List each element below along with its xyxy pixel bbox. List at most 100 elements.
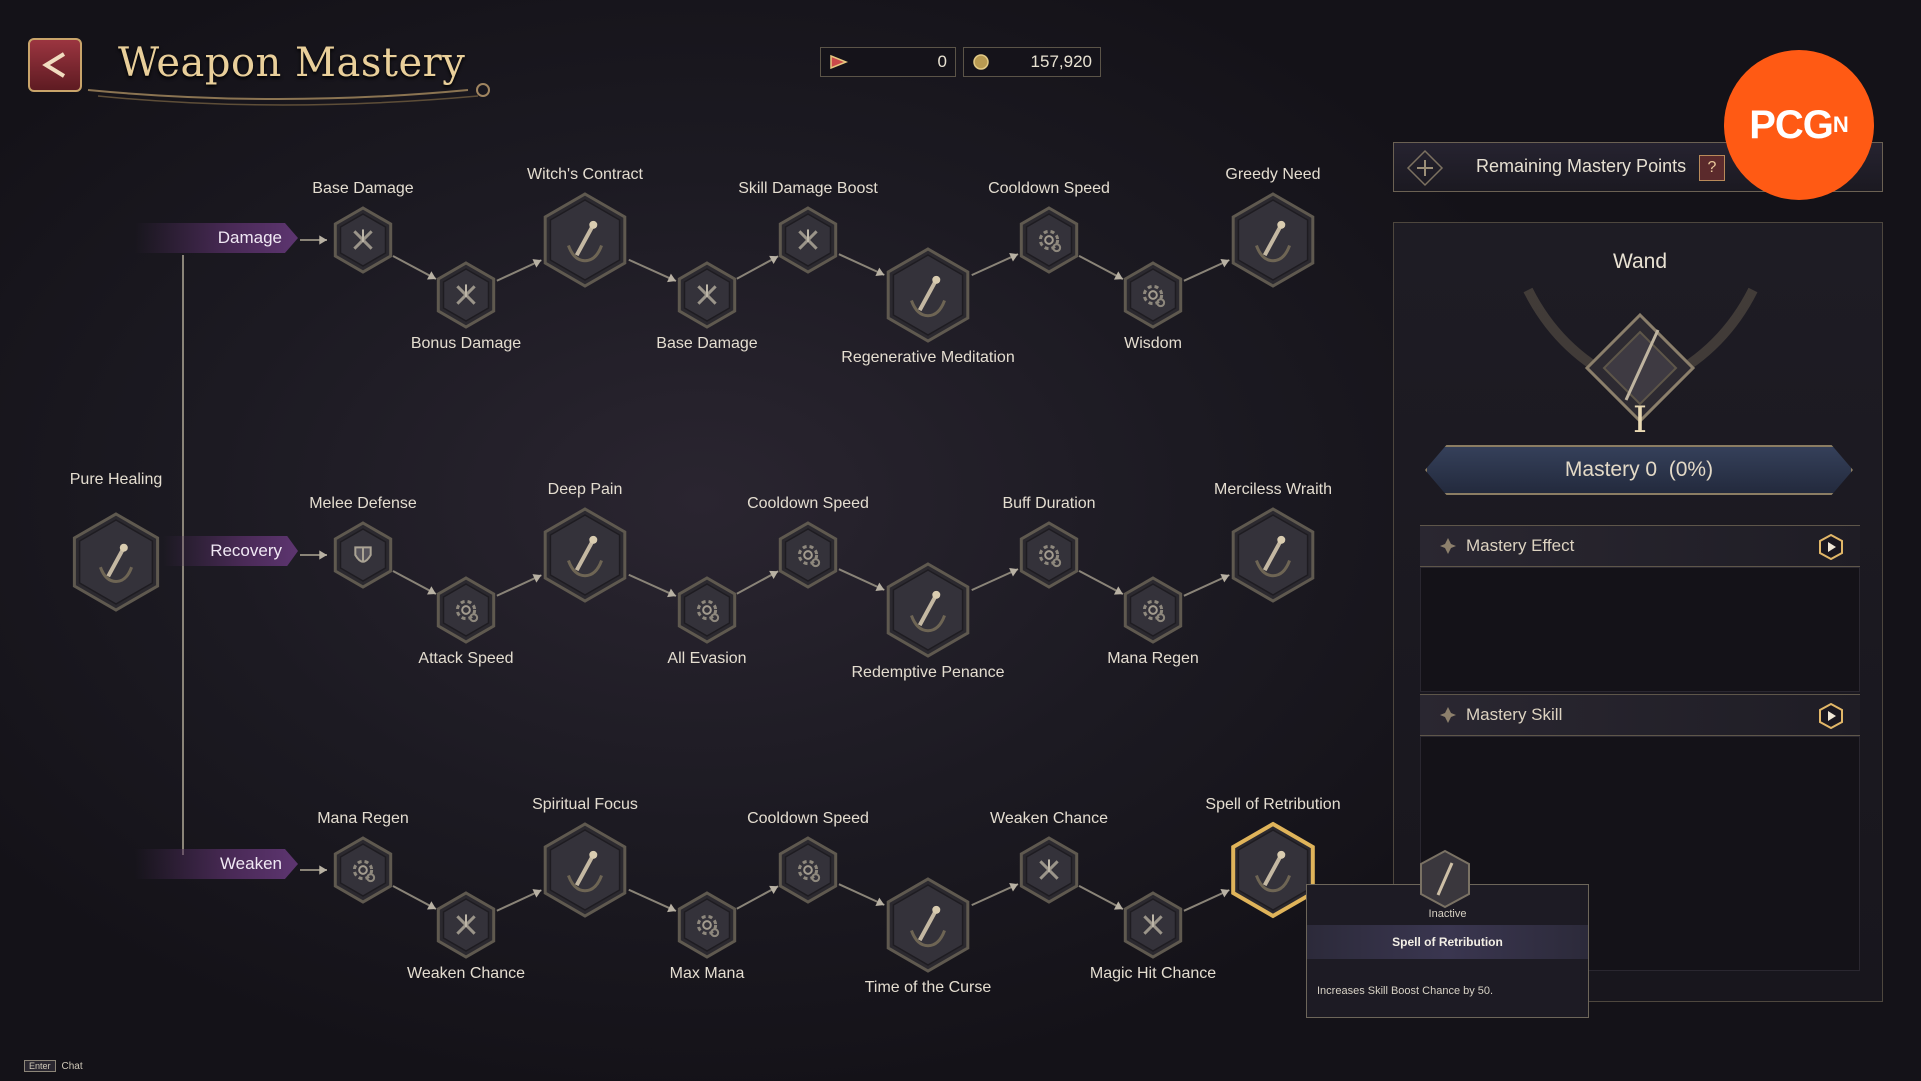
- node-weaken-weaken-chance[interactable]: [1014, 835, 1084, 905]
- fleur-icon: [1440, 538, 1456, 554]
- tooltip-title: Spell of Retribution: [1307, 925, 1588, 959]
- branch-bar-weaken[interactable]: Weaken: [135, 849, 298, 879]
- node-label-buff-duration: Buff Duration: [1002, 495, 1096, 512]
- node-label-deep-pain: Deep Pain: [547, 481, 623, 498]
- node-label-greedy-need: Greedy Need: [1225, 166, 1321, 183]
- node-weaken-time-of-the-curse[interactable]: [879, 876, 977, 974]
- tooltip-status: Inactive: [1428, 908, 1467, 920]
- crossed-swords-icon: [333, 206, 393, 274]
- wand-icon: [886, 877, 970, 973]
- root-node-label: Pure Healing: [69, 471, 163, 488]
- gear-icon: [1123, 261, 1183, 329]
- node-damage-regenerative-meditation[interactable]: [879, 246, 977, 344]
- node-label-regenerative-meditation: Regenerative Meditation: [841, 349, 1015, 366]
- node-damage-greedy-need[interactable]: [1224, 191, 1322, 289]
- node-weaken-mana-regen[interactable]: [328, 835, 398, 905]
- mastery-effect-body: [1420, 567, 1860, 692]
- node-label-cooldown-speed: Cooldown Speed: [988, 180, 1110, 197]
- node-label-bonus-damage: Bonus Damage: [410, 335, 522, 352]
- node-label-witch-s-contract: Witch's Contract: [527, 166, 643, 183]
- play-icon[interactable]: [1818, 703, 1844, 729]
- gear-icon: [1019, 521, 1079, 589]
- mastery-effect-header[interactable]: Mastery Effect: [1420, 525, 1860, 567]
- node-label-mana-regen: Mana Regen: [1107, 650, 1199, 667]
- badge-text: PCG: [1749, 102, 1834, 147]
- crossed-swords-icon: [1019, 836, 1079, 904]
- node-recovery-deep-pain[interactable]: [536, 506, 634, 604]
- badge-superscript: N: [1832, 112, 1849, 137]
- wand-icon: [543, 192, 627, 288]
- node-damage-witch-s-contract[interactable]: [536, 191, 634, 289]
- node-label-melee-defense: Melee Defense: [309, 495, 417, 512]
- gear-icon: [778, 836, 838, 904]
- wand-icon: [1231, 192, 1315, 288]
- node-label-time-of-the-curse: Time of the Curse: [864, 979, 992, 996]
- node-label-base-damage: Base Damage: [656, 335, 758, 352]
- node-weaken-spiritual-focus[interactable]: [536, 821, 634, 919]
- gear-icon: [1123, 576, 1183, 644]
- node-recovery-attack-speed[interactable]: [431, 575, 501, 645]
- node-damage-base-damage[interactable]: [328, 205, 398, 275]
- node-damage-wisdom[interactable]: [1118, 260, 1188, 330]
- node-label-mana-regen: Mana Regen: [317, 810, 409, 827]
- pcgn-logo-badge: PCG N: [1724, 50, 1874, 200]
- wand-icon: [886, 562, 970, 658]
- tooltip-description: Increases Skill Boost Chance by 50.: [1317, 985, 1494, 997]
- wand-icon: [72, 512, 160, 612]
- node-label-skill-damage-boost: Skill Damage Boost: [738, 180, 878, 197]
- chat-hint[interactable]: Enter Chat: [24, 1060, 83, 1072]
- branch-bar-recovery[interactable]: Recovery: [163, 536, 298, 566]
- wand-icon: [543, 822, 627, 918]
- node-label-redemptive-penance: Redemptive Penance: [851, 664, 1005, 681]
- node-label-cooldown-speed: Cooldown Speed: [747, 495, 869, 512]
- node-label-magic-hit-chance: Magic Hit Chance: [1089, 965, 1217, 982]
- node-weaken-max-mana[interactable]: [672, 890, 742, 960]
- node-label-base-damage: Base Damage: [312, 180, 414, 197]
- crossed-swords-icon: [677, 261, 737, 329]
- node-recovery-mana-regen[interactable]: [1118, 575, 1188, 645]
- tooltip-skill-icon: [1420, 849, 1470, 909]
- help-button[interactable]: ?: [1699, 155, 1725, 181]
- node-label-weaken-chance: Weaken Chance: [407, 965, 525, 982]
- node-weaken-cooldown-speed[interactable]: [773, 835, 843, 905]
- remaining-points-label: Remaining Mastery Points: [1476, 156, 1687, 176]
- enter-key-hint: Enter: [24, 1060, 56, 1072]
- node-label-cooldown-speed: Cooldown Speed: [747, 810, 869, 827]
- gear-icon: [333, 836, 393, 904]
- node-label-all-evasion: All Evasion: [667, 650, 747, 667]
- node-damage-skill-damage-boost[interactable]: [773, 205, 843, 275]
- crossed-swords-icon: [1123, 891, 1183, 959]
- node-damage-base-damage[interactable]: [672, 260, 742, 330]
- root-node-pure-healing[interactable]: [70, 510, 162, 614]
- gear-icon: [436, 576, 496, 644]
- node-recovery-melee-defense[interactable]: [328, 520, 398, 590]
- node-recovery-cooldown-speed[interactable]: [773, 520, 843, 590]
- node-damage-bonus-damage[interactable]: [431, 260, 501, 330]
- node-label-merciless-wraith: Merciless Wraith: [1214, 481, 1332, 498]
- crossed-swords-icon: [436, 891, 496, 959]
- mastery-skill-label: Mastery Skill: [1466, 705, 1563, 724]
- branch-bar-damage[interactable]: Damage: [135, 223, 298, 253]
- shield-icon: [333, 521, 393, 589]
- fleur-icon: [1440, 707, 1456, 723]
- crossed-swords-icon: [436, 261, 496, 329]
- node-weaken-magic-hit-chance[interactable]: [1118, 890, 1188, 960]
- node-label-wisdom: Wisdom: [1124, 335, 1182, 352]
- wand-icon: [886, 247, 970, 343]
- gear-icon: [677, 576, 737, 644]
- node-recovery-redemptive-penance[interactable]: [879, 561, 977, 659]
- mastery-effect-label: Mastery Effect: [1466, 536, 1575, 555]
- node-label-spell-of-retribution: Spell of Retribution: [1205, 796, 1341, 813]
- node-recovery-all-evasion[interactable]: [672, 575, 742, 645]
- gear-icon: [1019, 206, 1079, 274]
- mastery-level-text: Mastery 0 (0%): [1564, 458, 1714, 481]
- node-label-attack-speed: Attack Speed: [418, 650, 514, 667]
- node-recovery-merciless-wraith[interactable]: [1224, 506, 1322, 604]
- mastery-skill-header[interactable]: Mastery Skill: [1420, 694, 1860, 736]
- node-recovery-buff-duration[interactable]: [1014, 520, 1084, 590]
- chat-label: Chat: [61, 1060, 83, 1072]
- node-weaken-weaken-chance[interactable]: [431, 890, 501, 960]
- gear-icon: [778, 521, 838, 589]
- play-icon[interactable]: [1818, 534, 1844, 560]
- node-damage-cooldown-speed[interactable]: [1014, 205, 1084, 275]
